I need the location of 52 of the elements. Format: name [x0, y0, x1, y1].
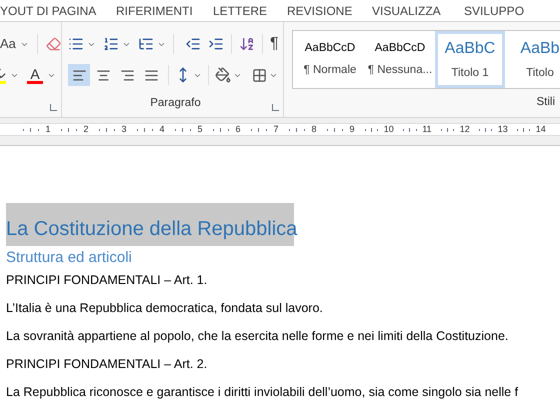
style-item[interactable]: AaBb Titolo: [505, 31, 560, 88]
increase-indent-icon[interactable]: [208, 36, 224, 52]
document-paragraph: La Repubblica riconosce e garantisce i diritti inviolabili dell’uomo, sia come singolo sia nelle f: [6, 384, 520, 400]
ruler-number: 8: [311, 122, 316, 136]
style-item[interactable]: AaBbCcD ¶ Nessuna...: [365, 31, 435, 88]
alignment-icon: [96, 68, 110, 82]
alignment-icon: [144, 68, 158, 82]
ribbon-tab[interactable]: VISUALIZZA: [372, 4, 441, 18]
show-formatting-button[interactable]: ¶: [270, 32, 279, 56]
document-paragraph: PRINCIPI FONDAMENTALI – Art. 2.: [6, 356, 208, 372]
ruler-number: 3: [121, 122, 126, 136]
alignment-icon: [120, 68, 134, 82]
eraser-icon[interactable]: [46, 36, 61, 52]
ruler-number: 6: [235, 122, 240, 136]
multilevel-list-icon[interactable]: [138, 36, 154, 52]
ruler-number: 10: [384, 122, 394, 136]
shading-icon[interactable]: [215, 67, 231, 83]
sort-icon[interactable]: [239, 36, 255, 52]
ruler-number: 7: [273, 122, 278, 136]
ruler-number: 9: [349, 122, 354, 136]
group-label: Paragrafo: [150, 96, 201, 111]
ruler-number: 1: [45, 122, 50, 136]
style-item[interactable]: AaBbC Titolo 1: [435, 31, 505, 88]
ruler-number: 12: [460, 122, 470, 136]
ruler-number: 11: [422, 122, 432, 136]
ribbon-tab[interactable]: REVISIONE: [287, 4, 352, 18]
style-item[interactable]: AaBbCcD ¶ Normale: [295, 31, 365, 88]
document-paragraph: L’Italia è una Repubblica democratica, fondata sul lavoro.: [6, 300, 324, 316]
dialog-launcher-icon[interactable]: [50, 104, 57, 111]
borders-icon[interactable]: [252, 68, 267, 82]
ruler-number: 13: [498, 122, 508, 136]
ruler-number: 14: [536, 122, 546, 136]
document-subtitle: Struttura ed articoli: [6, 248, 133, 268]
document-title: La Costituzione della Repubblica: [6, 217, 298, 242]
ribbon-tab[interactable]: LETTERE: [213, 4, 268, 18]
document-paragraph: La sovranità appartiene al popolo, che la esercita nelle forme e nei limiti della Costituzione.: [6, 328, 510, 344]
dialog-launcher-icon[interactable]: [272, 104, 279, 111]
change-case-button[interactable]: Aa: [0, 34, 16, 54]
alignment-icon: [72, 68, 86, 82]
group-label: Stili: [536, 95, 555, 110]
ribbon-tab[interactable]: RIFERIMENTI: [116, 4, 193, 18]
align-left-button[interactable]: [68, 64, 90, 86]
ruler-number: 2: [83, 122, 88, 136]
ruler-number: 4: [159, 122, 164, 136]
ruler-number: 5: [197, 122, 202, 136]
font-color-button[interactable]: A: [27, 66, 43, 84]
ribbon-tab[interactable]: YOUT DI PAGINA: [0, 4, 96, 18]
ribbon-tab[interactable]: SVILUPPO: [464, 4, 524, 18]
bullet-list-icon[interactable]: [68, 36, 84, 52]
document-paragraph: PRINCIPI FONDAMENTALI – Art. 1.: [6, 272, 208, 288]
numbered-list-icon[interactable]: [103, 36, 119, 52]
decrease-indent-icon[interactable]: [185, 36, 201, 52]
